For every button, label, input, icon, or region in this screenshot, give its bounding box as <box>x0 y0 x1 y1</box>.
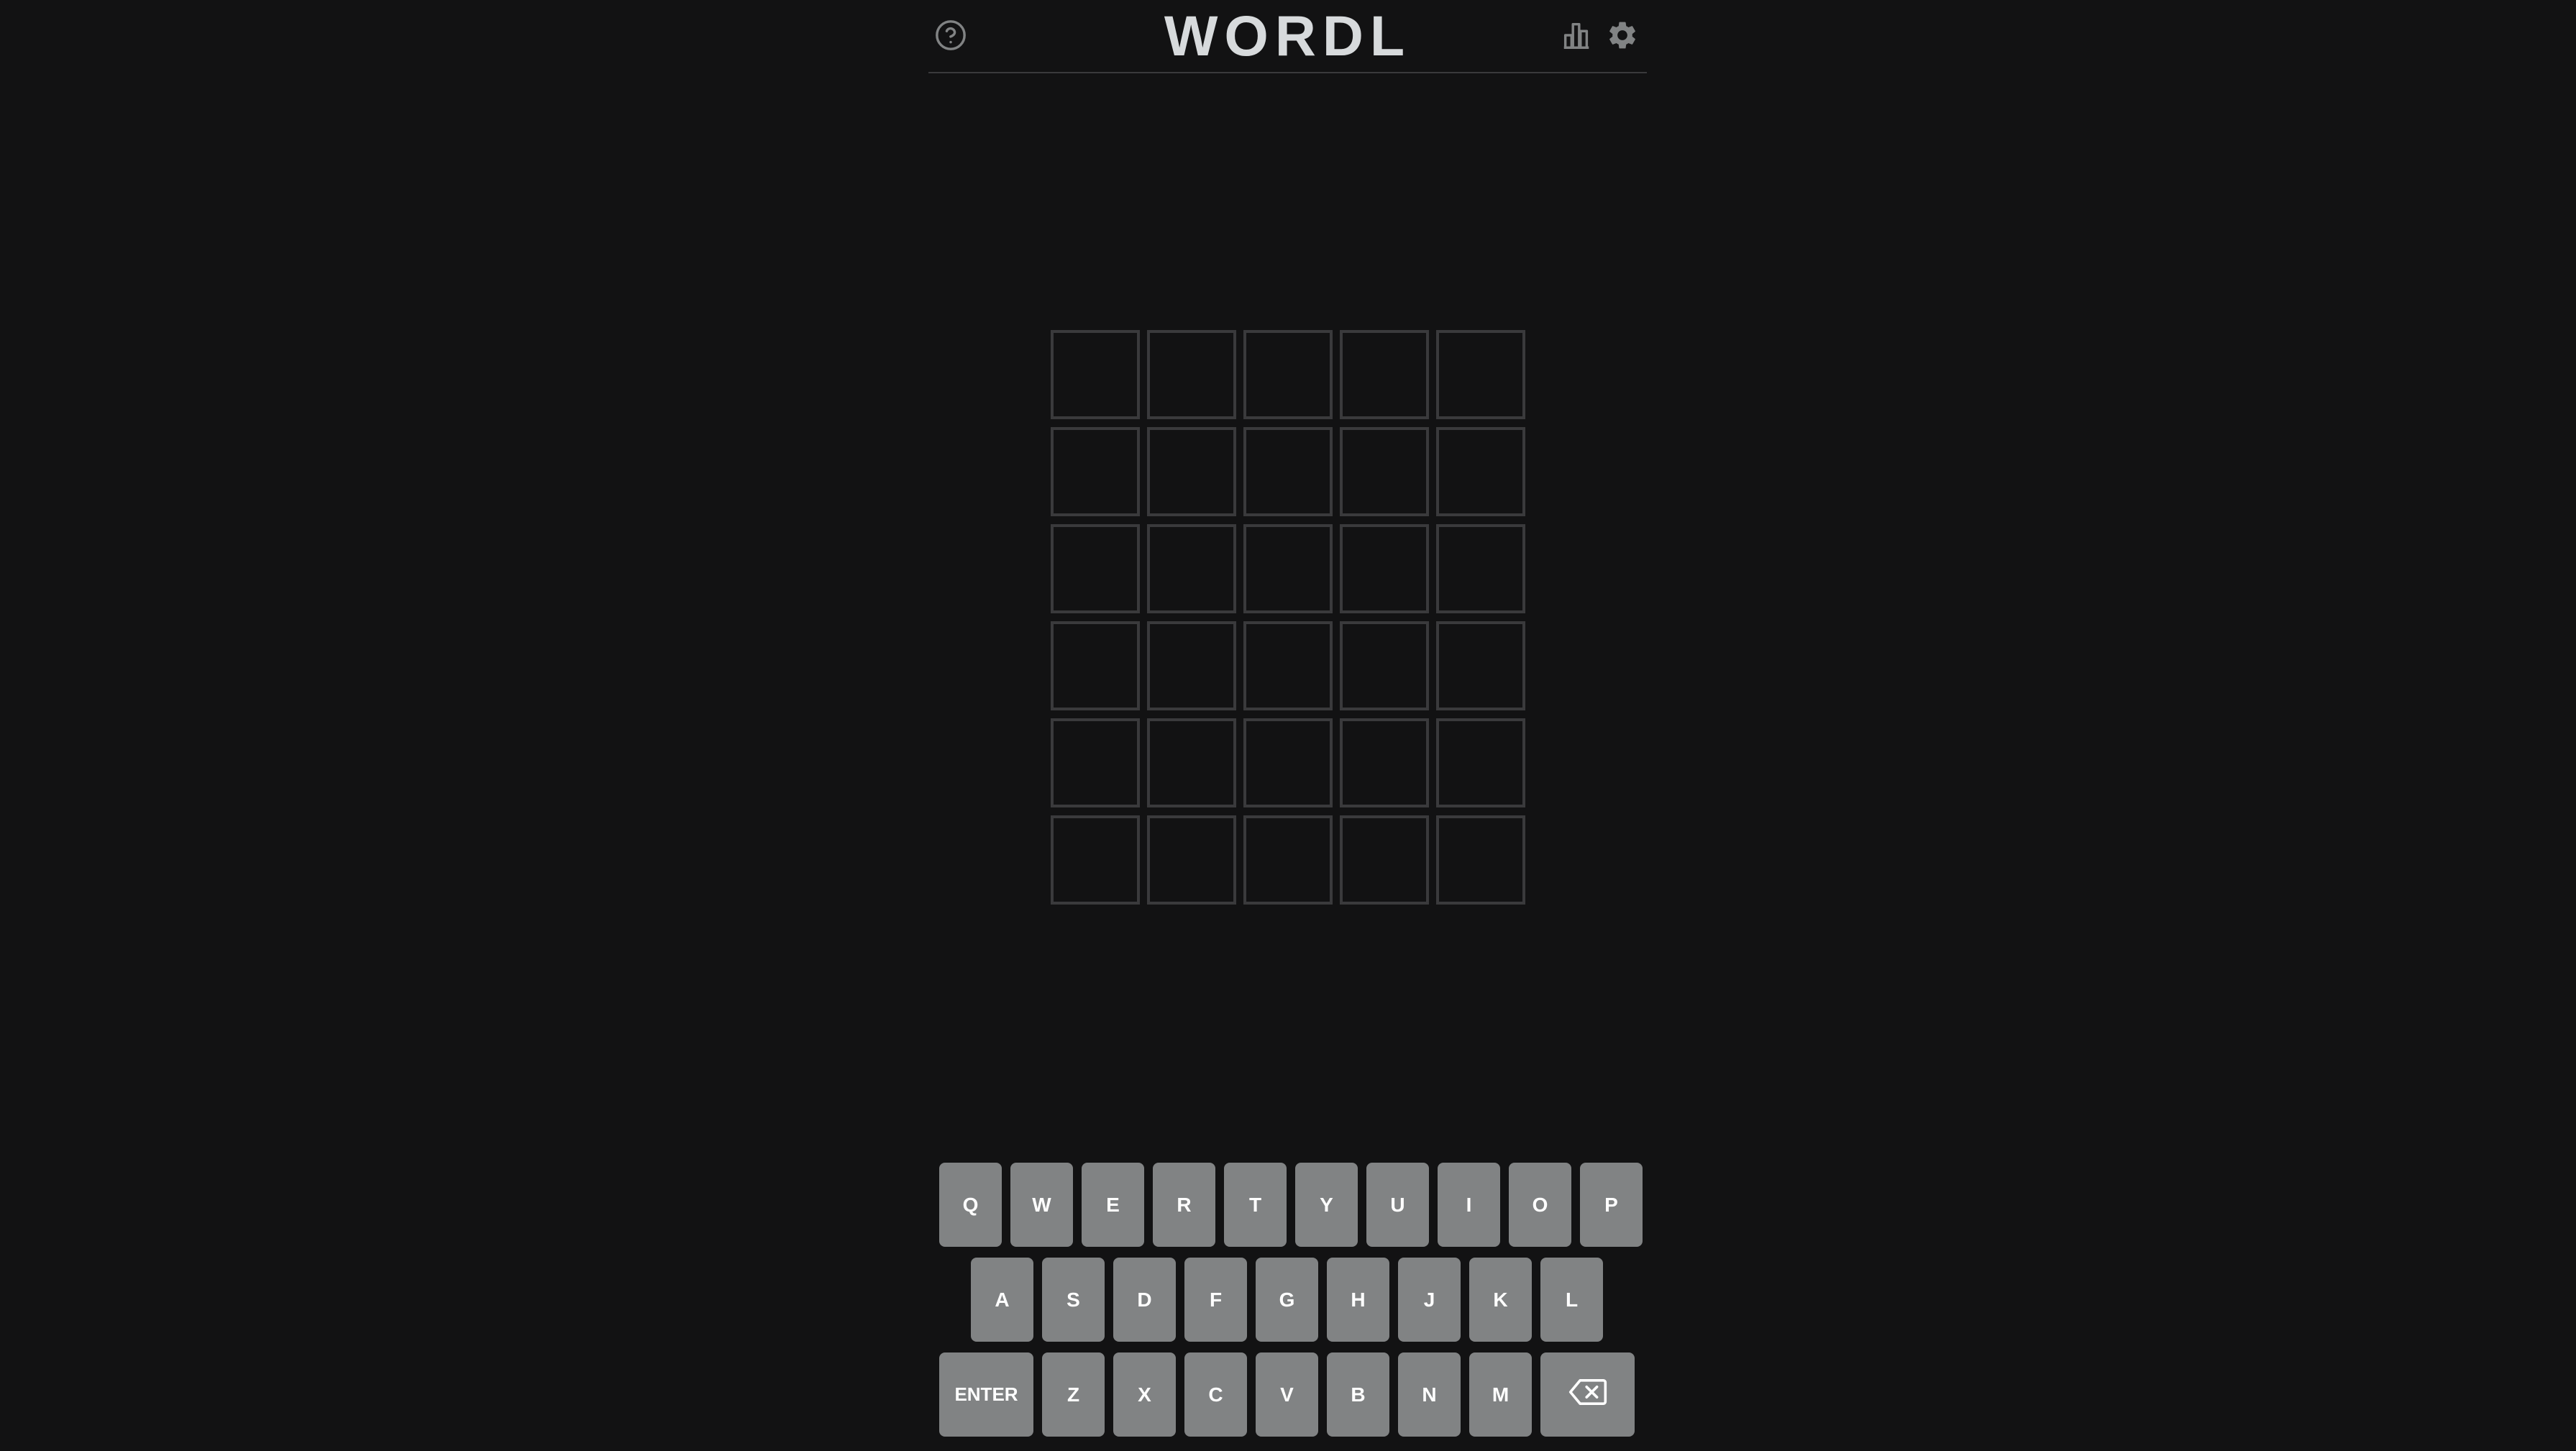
key-l[interactable]: L <box>1540 1258 1603 1342</box>
page-title: WORDL <box>1164 4 1412 68</box>
board-tile <box>1147 330 1236 419</box>
board-tile <box>1147 524 1236 613</box>
bar-chart-icon[interactable] <box>1560 19 1593 52</box>
key-m[interactable]: M <box>1469 1352 1532 1437</box>
key-x[interactable]: X <box>1113 1352 1176 1437</box>
board-tile <box>1147 815 1236 905</box>
key-b[interactable]: B <box>1327 1352 1389 1437</box>
board-tile <box>1243 621 1333 710</box>
key-g[interactable]: G <box>1256 1258 1318 1342</box>
board-tile <box>1243 330 1333 419</box>
key-o[interactable]: O <box>1509 1163 1571 1247</box>
backspace-key[interactable] <box>1540 1352 1635 1437</box>
key-a[interactable]: A <box>971 1258 1033 1342</box>
key-i[interactable]: I <box>1438 1163 1500 1247</box>
game-board <box>1051 330 1525 905</box>
board-tile <box>1436 718 1525 807</box>
board-tile <box>1340 718 1429 807</box>
header: WORDL <box>928 0 1647 73</box>
board-tile <box>1243 718 1333 807</box>
key-r[interactable]: R <box>1153 1163 1215 1247</box>
keyboard-row-3: ENTER Z X C V B N M <box>939 1352 1635 1437</box>
key-d[interactable]: D <box>1113 1258 1176 1342</box>
board-tile <box>1243 815 1333 905</box>
board-tile <box>1243 427 1333 516</box>
board-tile <box>1436 330 1525 419</box>
board-tile <box>1147 427 1236 516</box>
board-tile <box>1340 815 1429 905</box>
board-tile <box>1243 524 1333 613</box>
board-tile <box>1436 427 1525 516</box>
key-f[interactable]: F <box>1184 1258 1247 1342</box>
board-tile <box>1051 718 1140 807</box>
key-h[interactable]: H <box>1327 1258 1389 1342</box>
gear-icon[interactable] <box>1606 19 1639 52</box>
key-c[interactable]: C <box>1184 1352 1247 1437</box>
keyboard-row-2: ASDFGHJKL <box>939 1258 1635 1342</box>
key-j[interactable]: J <box>1398 1258 1461 1342</box>
board-tile <box>1051 427 1140 516</box>
board-tile <box>1051 815 1140 905</box>
on-screen-keyboard: QWERTYUIOP ASDFGHJKL ENTER Z X C V B N M <box>939 1163 1643 1447</box>
key-p[interactable]: P <box>1580 1163 1643 1247</box>
key-y[interactable]: Y <box>1295 1163 1358 1247</box>
board-tile <box>1051 621 1140 710</box>
key-z[interactable]: Z <box>1042 1352 1105 1437</box>
wordl-app: WORDL QWERTYUIOP ASDFGHJKL ENTER Z X C V B N M <box>0 0 2576 1451</box>
key-t[interactable]: T <box>1224 1163 1287 1247</box>
keyboard-row-1: QWERTYUIOP <box>939 1163 1643 1247</box>
key-q[interactable]: Q <box>939 1163 1002 1247</box>
key-k[interactable]: K <box>1469 1258 1532 1342</box>
enter-key[interactable]: ENTER <box>939 1352 1033 1437</box>
board-tile <box>1436 621 1525 710</box>
board-tile <box>1051 330 1140 419</box>
board-tile <box>1340 427 1429 516</box>
board-tile <box>1436 524 1525 613</box>
board-tile <box>1147 718 1236 807</box>
key-s[interactable]: S <box>1042 1258 1105 1342</box>
key-w[interactable]: W <box>1010 1163 1073 1247</box>
key-n[interactable]: N <box>1398 1352 1461 1437</box>
backspace-icon <box>1568 1378 1607 1411</box>
board-tile <box>1340 330 1429 419</box>
key-v[interactable]: V <box>1256 1352 1318 1437</box>
board-tile <box>1436 815 1525 905</box>
key-e[interactable]: E <box>1082 1163 1144 1247</box>
board-tile <box>1340 621 1429 710</box>
board-tile <box>1340 524 1429 613</box>
board-tile <box>1147 621 1236 710</box>
key-u[interactable]: U <box>1366 1163 1429 1247</box>
board-tile <box>1051 524 1140 613</box>
